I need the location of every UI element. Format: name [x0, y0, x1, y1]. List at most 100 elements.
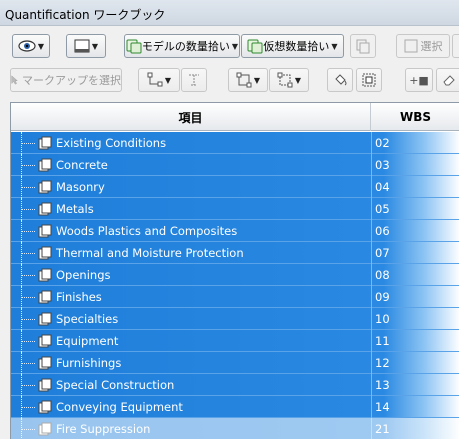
catalog-folder-icon: [38, 202, 52, 216]
column-separator: [371, 242, 372, 264]
tree-connector: [17, 374, 39, 396]
eraser-button[interactable]: [452, 34, 459, 58]
row-wbs-code: 06: [375, 224, 390, 238]
catalog-folder-icon: [38, 268, 52, 282]
tree-connector: [17, 352, 39, 374]
virtual-takeoff-icon: [247, 39, 263, 54]
row-wbs-code: 09: [375, 290, 390, 304]
polyline-icon: [147, 72, 163, 87]
chevron-down-icon: ▼: [164, 75, 172, 85]
area-tool-dropdown[interactable]: ▼: [228, 68, 268, 92]
column-separator: [371, 330, 372, 352]
eraser-icon: [443, 75, 455, 86]
row-item-name: Equipment: [56, 334, 119, 348]
tree-connector: [17, 242, 39, 264]
catalog-folder-icon: [38, 312, 52, 326]
quantification-grid: 項目 WBS Existing Conditions 02 Concrete 03 Ma…: [10, 102, 459, 439]
chevron-down-icon: ▼: [253, 75, 261, 85]
row-item-name: Finishes: [56, 290, 102, 304]
count-tool-button[interactable]: [356, 68, 382, 92]
window-title: Quantification ワークブック: [5, 8, 166, 22]
rectangle-icon: [277, 72, 293, 88]
chevron-down-icon: ▼: [231, 41, 239, 51]
row-item-name: Openings: [56, 268, 111, 282]
tree-connector: [17, 198, 39, 220]
tree-connector: [17, 286, 39, 308]
row-item-name: Concrete: [56, 158, 108, 172]
markup-select-button[interactable]: マークアップを選択: [10, 68, 122, 92]
virtual-takeoff-button[interactable]: 仮想数量拾い ▼: [241, 34, 344, 58]
column-separator: [371, 154, 372, 176]
grid-header: 項目 WBS: [11, 103, 459, 131]
table-row[interactable]: Equipment 11: [11, 330, 459, 352]
copy-icon: [356, 39, 370, 54]
tree-connector: [17, 132, 39, 154]
paint-bucket-icon: [335, 74, 347, 86]
tree-connector: [17, 264, 39, 286]
copy-takeoff-button[interactable]: [350, 34, 376, 58]
tree-connector: [17, 154, 39, 176]
table-row[interactable]: Thermal and Moisture Protection 07: [11, 242, 459, 264]
select-button[interactable]: 選択: [396, 34, 450, 58]
column-separator: [371, 198, 372, 220]
markup-select-label: マークアップを選択: [22, 74, 121, 87]
column-header-wbs[interactable]: WBS: [371, 103, 459, 131]
table-row[interactable]: Woods Plastics and Composites 06: [11, 220, 459, 242]
chevron-down-icon: ▼: [294, 75, 302, 85]
row-item-name: Conveying Equipment: [56, 400, 183, 414]
tree-connector: [17, 308, 39, 330]
table-row[interactable]: Metals 05: [11, 198, 459, 220]
table-row[interactable]: Conveying Equipment 14: [11, 396, 459, 418]
row-wbs-code: 03: [375, 158, 390, 172]
toolbar-markup: マークアップを選択 ▼ ▼ ▼ +■: [0, 64, 459, 96]
rectangle-tool-dropdown[interactable]: ▼: [269, 68, 309, 92]
chevron-down-icon: ▼: [37, 41, 45, 51]
table-row[interactable]: Specialties 10: [11, 308, 459, 330]
row-item-name: Metals: [56, 202, 94, 216]
visibility-dropdown[interactable]: ▼: [12, 34, 50, 58]
table-row[interactable]: Special Construction 13: [11, 374, 459, 396]
line-tool-dropdown[interactable]: ▼: [138, 68, 180, 92]
row-wbs-code: 13: [375, 378, 390, 392]
table-row[interactable]: Furnishings 12: [11, 352, 459, 374]
fill-tool-button[interactable]: [327, 68, 353, 92]
split-icon: [189, 74, 199, 86]
model-takeoff-icon: [126, 39, 142, 54]
title-bar: Quantification ワークブック: [0, 0, 459, 26]
table-row[interactable]: Masonry 04: [11, 176, 459, 198]
select-icon: [404, 39, 417, 53]
view-layout-dropdown[interactable]: ▼: [66, 34, 106, 58]
catalog-folder-icon: [38, 246, 52, 260]
catalog-folder-icon: [38, 224, 52, 238]
column-separator: [371, 220, 372, 242]
column-separator: [371, 374, 372, 396]
row-wbs-code: 11: [375, 334, 390, 348]
row-wbs-code: 21: [375, 422, 390, 436]
tree-connector: [17, 220, 39, 242]
table-row[interactable]: Existing Conditions 02: [11, 132, 459, 154]
table-row[interactable]: Finishes 09: [11, 286, 459, 308]
catalog-folder-icon: [38, 422, 52, 436]
virtual-takeoff-label: 仮想数量拾い: [263, 40, 330, 53]
split-line-button[interactable]: [181, 68, 207, 92]
column-separator: [371, 176, 372, 198]
row-item-name: Fire Suppression: [56, 422, 151, 436]
polygon-icon: [236, 72, 252, 88]
column-header-item[interactable]: 項目: [11, 103, 371, 131]
row-item-name: Thermal and Moisture Protection: [56, 246, 244, 260]
table-row[interactable]: Openings 08: [11, 264, 459, 286]
row-wbs-code: 08: [375, 268, 390, 282]
window-layout-icon: [74, 39, 90, 53]
column-separator: [371, 418, 372, 439]
table-row[interactable]: Fire Suppression 21: [11, 418, 459, 439]
row-item-name: Furnishings: [56, 356, 122, 370]
row-item-name: Woods Plastics and Composites: [56, 224, 238, 238]
model-takeoff-button[interactable]: モデルの数量拾い ▼: [124, 34, 240, 58]
count-icon: [362, 73, 376, 87]
add-point-button[interactable]: +■: [405, 68, 433, 92]
row-wbs-code: 02: [375, 136, 390, 150]
table-row[interactable]: Concrete 03: [11, 154, 459, 176]
row-wbs-code: 10: [375, 312, 390, 326]
chevron-down-icon: ▼: [331, 41, 338, 51]
erase-markup-button[interactable]: [436, 68, 459, 92]
